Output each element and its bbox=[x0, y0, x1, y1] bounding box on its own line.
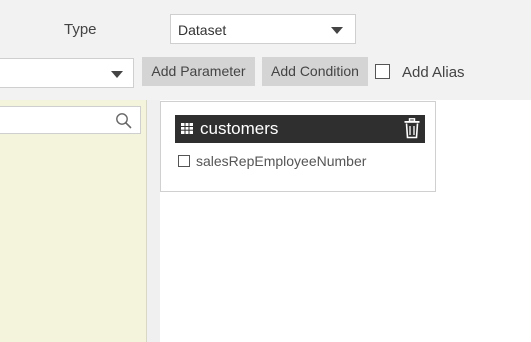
query-canvas: customers salesRepEmployeeNumber bbox=[160, 100, 531, 342]
column-name[interactable]: salesRepEmployeeNumber bbox=[196, 153, 366, 169]
add-condition-button[interactable]: Add Condition bbox=[262, 57, 368, 86]
table-name: customers bbox=[200, 119, 279, 138]
grid-icon bbox=[181, 123, 193, 134]
panel-splitter[interactable] bbox=[147, 100, 160, 342]
search-icon[interactable] bbox=[115, 112, 132, 129]
trash-icon[interactable] bbox=[403, 118, 421, 139]
chevron-down-icon bbox=[111, 71, 123, 78]
add-alias-label[interactable]: Add Alias bbox=[402, 64, 465, 81]
table-header[interactable]: customers bbox=[175, 115, 425, 143]
parameter-select[interactable] bbox=[0, 58, 134, 88]
chevron-down-icon bbox=[331, 27, 343, 34]
type-select[interactable]: Dataset bbox=[170, 14, 356, 44]
type-label: Type bbox=[64, 21, 97, 38]
table-list-panel bbox=[0, 100, 147, 342]
table-card[interactable]: customers salesRepEmployeeNumber bbox=[160, 101, 436, 192]
column-checkbox[interactable] bbox=[178, 155, 190, 167]
add-alias-checkbox[interactable] bbox=[375, 64, 390, 79]
search-input[interactable] bbox=[0, 106, 141, 134]
add-parameter-button[interactable]: Add Parameter bbox=[142, 57, 255, 86]
type-select-value: Dataset bbox=[178, 22, 227, 38]
toolbar: Type Dataset Add Parameter Add Condition… bbox=[0, 0, 531, 100]
